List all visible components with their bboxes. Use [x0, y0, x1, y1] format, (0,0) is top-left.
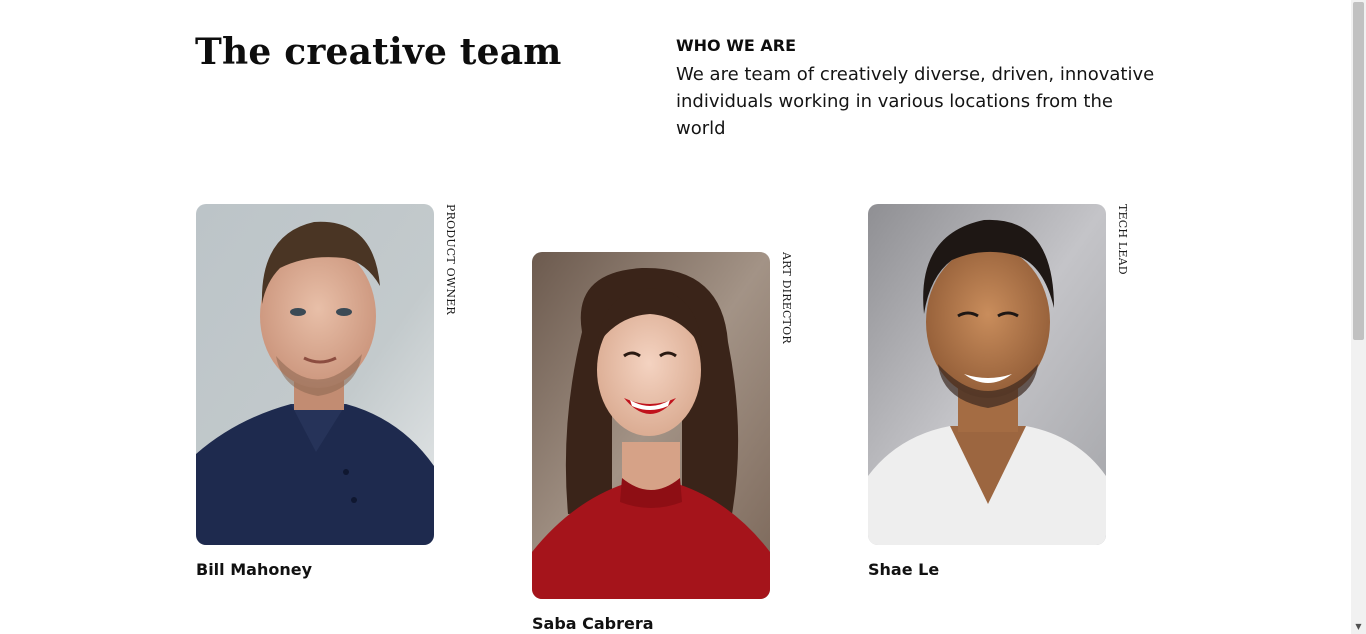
team-member-photo — [868, 204, 1106, 545]
page-title: The creative team — [195, 31, 562, 73]
team-page: The creative team WHO WE ARE We are team… — [0, 0, 1351, 634]
team-member-role: PRODUCT OWNER — [444, 204, 457, 315]
team-member-role: ART DIRECTOR — [780, 252, 793, 344]
intro-section: WHO WE ARE We are team of creatively div… — [676, 35, 1166, 142]
team-member-photo — [532, 252, 770, 599]
scroll-down-arrow-icon[interactable]: ▼ — [1351, 620, 1366, 634]
team-member-name: Bill Mahoney — [196, 560, 312, 579]
scrollbar-thumb[interactable] — [1353, 2, 1364, 340]
vertical-scrollbar[interactable]: ▲ ▼ — [1351, 0, 1366, 634]
team-member-role: TECH LEAD — [1116, 204, 1129, 275]
team-member-photo — [196, 204, 434, 545]
team-member-card: PRODUCT OWNER Bill Mahoney — [196, 204, 466, 584]
team-member-card: TECH LEAD Shae Le — [868, 204, 1138, 584]
section-kicker: WHO WE ARE — [676, 36, 796, 55]
section-description: We are team of creatively diverse, drive… — [676, 64, 1155, 139]
team-member-name: Shae Le — [868, 560, 940, 579]
team-member-card: ART DIRECTOR Saba Cabrera — [532, 252, 802, 634]
team-member-name: Saba Cabrera — [532, 614, 654, 633]
